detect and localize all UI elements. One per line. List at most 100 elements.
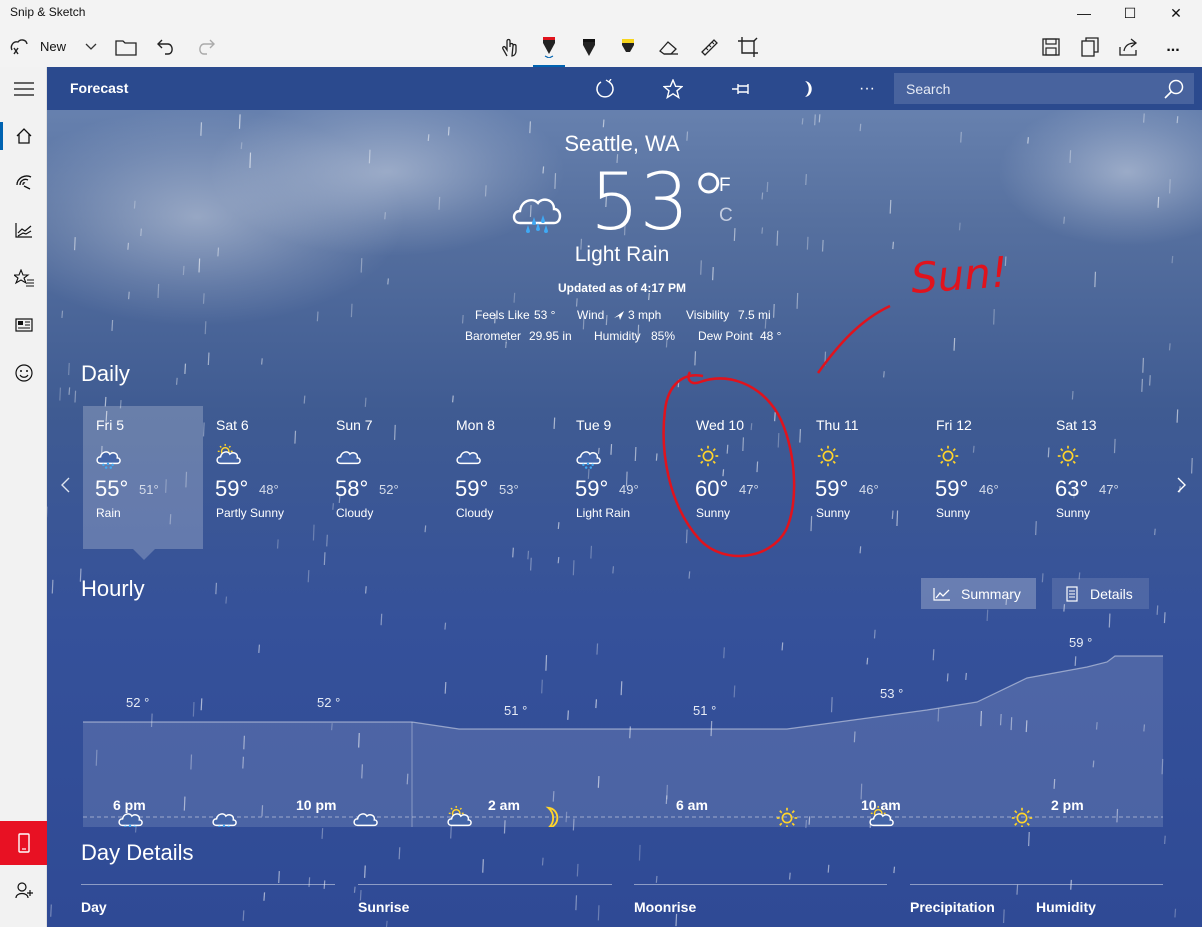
day-card[interactable]: Wed 10 60° 47° Sunny [683, 406, 803, 549]
divider [910, 884, 1163, 885]
divider [358, 884, 612, 885]
hourly-temp-label: 51 ° [693, 703, 716, 718]
current-temperature: 53° [590, 158, 729, 248]
dew-point-label: Dew Point [698, 329, 753, 343]
day-low: 49° [619, 482, 639, 497]
unit-fahrenheit[interactable]: F [719, 175, 731, 197]
minimize-button[interactable]: — [1061, 0, 1107, 26]
historical-weather-icon[interactable] [0, 208, 47, 252]
hourly-chart: 52 °52 °51 °51 °53 °59 °FriSat [83, 635, 1163, 827]
eraser-icon[interactable] [654, 26, 684, 67]
precipitation-heading: Precipitation [910, 899, 995, 915]
dew-point-value: 48 ° [760, 329, 782, 343]
humidity-heading: Humidity [1036, 899, 1096, 915]
copy-icon[interactable] [1075, 26, 1105, 67]
new-snip-icon [10, 38, 28, 54]
hour-label: 6 am [676, 797, 708, 813]
barometer-value: 29.95 in [529, 329, 572, 343]
cloud-icon [335, 443, 361, 474]
day-card[interactable]: Thu 11 59° 46° Sunny [803, 406, 923, 549]
hour-label: 2 am [488, 797, 520, 813]
daily-prev-chevron-icon[interactable] [55, 472, 75, 498]
hamburger-menu-icon[interactable] [0, 67, 47, 111]
humidity-value: 85% [651, 329, 676, 343]
touch-writing-icon[interactable] [495, 26, 525, 67]
day-details-title: Day Details [81, 840, 194, 865]
crop-icon[interactable] [733, 26, 763, 67]
divider [81, 884, 335, 885]
refresh-icon[interactable] [585, 67, 625, 110]
day-card[interactable]: Mon 8 59° 53° Cloudy [443, 406, 563, 549]
new-dropdown-chevron-icon[interactable] [80, 26, 102, 67]
sun-icon [815, 443, 841, 474]
sun-icon [1055, 443, 1081, 474]
day-condition: Sunny [696, 506, 731, 520]
hour-label: 2 pm [1051, 797, 1084, 813]
day-low: 51° [139, 482, 159, 497]
hourly-temp-label: 53 ° [880, 686, 903, 701]
share-icon[interactable] [1114, 26, 1144, 67]
summary-toggle-button[interactable]: Summary [921, 578, 1036, 609]
feels-like-value: 53 ° [534, 308, 556, 322]
hour-label: 10 pm [296, 797, 337, 813]
day-condition: Sunny [816, 506, 851, 520]
day-name: Sun 7 [336, 417, 373, 433]
ruler-icon[interactable] [694, 26, 724, 67]
search-icon[interactable] [1154, 73, 1194, 104]
pin-icon[interactable] [722, 67, 762, 110]
account-add-icon[interactable] [0, 868, 47, 912]
rain-cloud-icon [95, 443, 121, 474]
home-icon[interactable] [0, 114, 47, 158]
save-icon[interactable] [1036, 26, 1066, 67]
unit-celsius[interactable]: C [719, 205, 733, 227]
open-folder-icon[interactable] [112, 26, 140, 67]
current-condition: Light Rain [574, 243, 670, 266]
close-button[interactable]: ✕ [1153, 0, 1199, 26]
life-smiley-icon[interactable] [0, 351, 47, 395]
visibility-label: Visibility [686, 308, 730, 322]
radar-maps-icon[interactable] [0, 161, 47, 205]
day-condition: Sunny [936, 506, 971, 520]
news-icon[interactable] [0, 303, 47, 347]
left-nav-rail [0, 67, 47, 927]
day-card[interactable]: Sun 7 58° 52° Cloudy [323, 406, 443, 549]
search-box [894, 73, 1194, 104]
details-toggle-button[interactable]: Details [1052, 578, 1149, 609]
day-name: Wed 10 [696, 417, 744, 433]
day-name: Fri 5 [96, 417, 124, 433]
favorites-icon[interactable] [0, 256, 47, 300]
maximize-button[interactable]: ☐ [1107, 0, 1153, 26]
pencil-icon[interactable] [574, 26, 604, 67]
hourly-temp-label: 52 ° [126, 695, 149, 710]
favorite-star-icon[interactable] [653, 67, 693, 110]
dark-mode-moon-icon[interactable] [789, 67, 829, 110]
search-input[interactable] [894, 73, 1154, 104]
day-name: Thu 11 [816, 417, 859, 433]
undo-icon[interactable] [152, 26, 180, 67]
day-card[interactable]: Fri 5 55° 51° Rain [83, 406, 203, 549]
wind-label: Wind [577, 308, 605, 322]
city-name: Seattle, WA [564, 131, 680, 156]
ballpoint-pen-icon[interactable] [533, 26, 565, 67]
updated-time: Updated as of 4:17 PM [557, 281, 687, 295]
redo-icon[interactable] [192, 26, 220, 67]
day-card[interactable]: Tue 9 59° 49° Light Rain [563, 406, 683, 549]
day-condition: Cloudy [336, 506, 374, 520]
day-card[interactable]: Sat 13 63° 47° Sunny [1043, 406, 1163, 549]
day-card[interactable]: Fri 12 59° 46° Sunny [923, 406, 1043, 549]
highlighter-icon[interactable] [613, 26, 643, 67]
hourly-title: Hourly [81, 576, 145, 601]
more-options-button[interactable]: ··· [847, 67, 887, 110]
details-list-icon [1066, 585, 1078, 602]
day-card[interactable]: Sat 6 59° 48° Partly Sunny [203, 406, 323, 549]
hourly-temp-label: 52 ° [317, 695, 340, 710]
app-bar: Forecast ··· [47, 67, 1202, 110]
more-options-button[interactable]: ... [1158, 26, 1188, 67]
hourly-temp-label: 51 ° [504, 703, 527, 718]
window-title: Snip & Sketch [10, 5, 86, 19]
daily-next-chevron-icon[interactable] [1171, 472, 1191, 498]
day-high: 58° [335, 476, 369, 501]
phone-icon[interactable] [0, 821, 47, 865]
day-low: 46° [859, 482, 879, 497]
title-bar: Snip & Sketch — ☐ ✕ [0, 0, 1202, 26]
